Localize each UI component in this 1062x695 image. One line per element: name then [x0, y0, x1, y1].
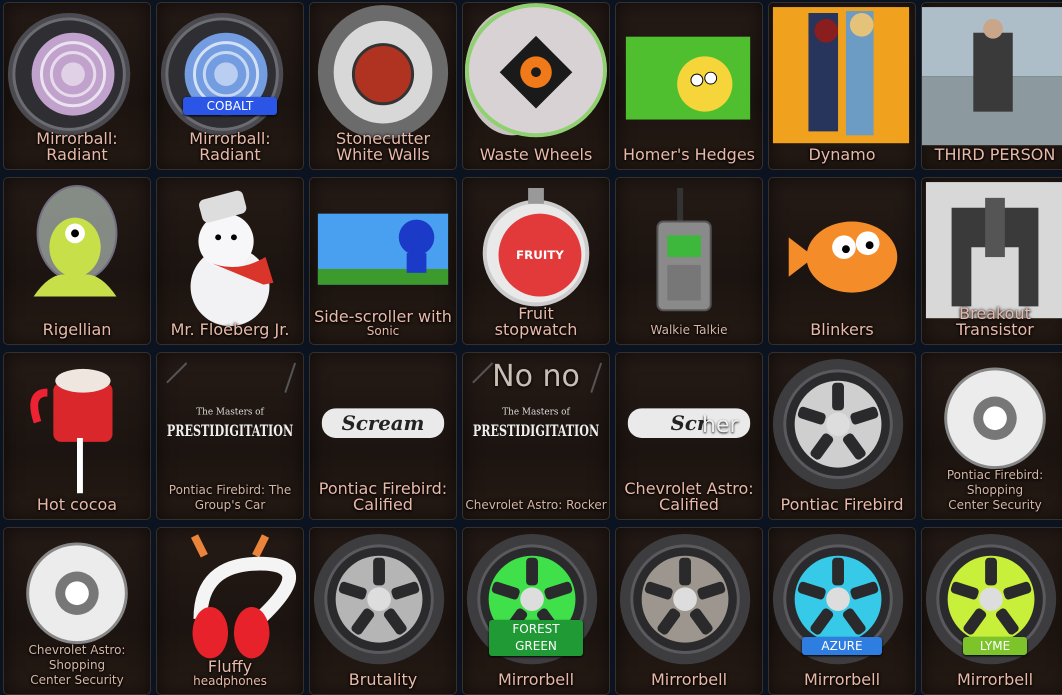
item-name: Waste Wheels: [465, 147, 607, 163]
item-name-text: Walkie Talkie: [650, 323, 728, 337]
item-grid: Mirrorball: Radiant COBALT Mirrorball: Rad…: [0, 0, 1062, 695]
item-name-text: Mr. Floeberg Jr.: [170, 320, 290, 339]
tile-mirrorbell-forest-green[interactable]: FOREST GREEN Mirrorbell: [462, 527, 610, 695]
tile-fruit-stopwatch[interactable]: FRUITY Fruit stopwatch: [462, 177, 610, 345]
tile-walkie-talkie[interactable]: Walkie Talkie: [615, 177, 763, 345]
item-name-text: Mirrorbell: [650, 670, 728, 689]
item-name: Mirrorball: Radiant: [6, 131, 148, 163]
item-name-text: Homer's Hedges: [622, 145, 755, 164]
item-name: Rigellian: [6, 322, 148, 338]
overlay-text: No no: [492, 359, 580, 394]
item-name: Stonecutter White Walls: [312, 131, 454, 163]
item-name-text: Mirrorbell: [497, 670, 575, 689]
item-name: Dynamo: [771, 147, 913, 163]
tile-brutality[interactable]: Brutality: [309, 527, 457, 695]
item-name: Mirrorball: Radiant: [159, 131, 301, 163]
item-name-text: Pontiac Firebird: Shopping Center Securi…: [946, 468, 1044, 512]
item-name: Mirrorbell: [618, 672, 760, 688]
tile-mirrorbell-lyme[interactable]: LYME Mirrorbell: [921, 527, 1062, 695]
tile-mirrorball-radiant-1[interactable]: Mirrorball: Radiant: [3, 2, 151, 170]
item-name-text: Pontiac Firebird: Calified: [318, 479, 448, 514]
item-name: Pontiac Firebird: Shopping Center Securi…: [924, 468, 1062, 513]
item-name: Homer's Hedges: [618, 147, 760, 163]
item-name: Walkie Talkie: [618, 323, 760, 338]
item-name: Side-scroller with Sonic: [312, 309, 454, 338]
tile-mirrorball-radiant-cobalt[interactable]: COBALT Mirrorball: Radiant: [156, 2, 304, 170]
item-name-text: Pontiac Firebird: The Group's Car: [168, 483, 292, 512]
item-name-text: Pontiac Firebird: [780, 495, 904, 514]
item-name: Brutality: [312, 672, 454, 688]
item-name-text: Chevrolet Astro: Shopping Center Securit…: [28, 643, 126, 687]
item-name: Pontiac Firebird: The Group's Car: [159, 483, 301, 513]
item-name-text: Mirrorbell: [803, 670, 881, 689]
tile-fluffy-headphones[interactable]: Fluffy headphones: [156, 527, 304, 695]
item-name: Breakout Transistor: [924, 306, 1062, 338]
item-name: Mirrorbell: [465, 672, 607, 688]
item-name-text: Hot cocoa: [36, 495, 118, 514]
item-name-text: Chevrolet Astro: Rocker: [465, 498, 607, 512]
svg-text:PRESTIDIGITATION: PRESTIDIGITATION: [473, 421, 599, 440]
tile-side-scroller-with-sonic[interactable]: Side-scroller with Sonic: [309, 177, 457, 345]
tile-third-person[interactable]: THIRD PERSON: [921, 2, 1062, 170]
item-name-subtext: headphones: [193, 674, 267, 688]
item-name: THIRD PERSON: [924, 147, 1062, 163]
tile-blinkers[interactable]: Blinkers: [768, 177, 916, 345]
item-name: Fluffy headphones: [159, 659, 301, 688]
tile-mirrorbell[interactable]: Mirrorbell: [615, 527, 763, 695]
tile-breakout-transistor[interactable]: Breakout Transistor: [921, 177, 1062, 345]
item-name-text: Stonecutter White Walls: [335, 129, 431, 164]
svg-text:The Masters of: The Masters of: [502, 407, 570, 417]
tile-hot-cocoa[interactable]: Hot cocoa: [3, 352, 151, 520]
color-badge: LYME: [963, 637, 1027, 655]
item-name-text: THIRD PERSON: [934, 145, 1056, 164]
item-name-text: Mirrorball: Radiant: [36, 129, 118, 164]
tile-pontiac-firebird-calified[interactable]: Scream Pontiac Firebird: Calified: [309, 352, 457, 520]
tile-homers-hedges[interactable]: Homer's Hedges: [615, 2, 763, 170]
tile-chevrolet-astro-rocker[interactable]: The Masters of PRESTIDIGITATION No no Chevr…: [462, 352, 610, 520]
tile-waste-wheels[interactable]: Waste Wheels: [462, 2, 610, 170]
tile-mirrorbell-azure[interactable]: AZURE Mirrorbell: [768, 527, 916, 695]
item-name: Mirrorbell: [924, 672, 1062, 688]
svg-text:The Masters of: The Masters of: [196, 407, 264, 417]
item-name: Pontiac Firebird: [771, 497, 913, 513]
item-name: Pontiac Firebird: Calified: [312, 481, 454, 513]
item-name-text: Mirrorball: Radiant: [189, 129, 271, 164]
item-name-text: Mirrorbell: [956, 670, 1034, 689]
item-name: Mr. Floeberg Jr.: [159, 322, 301, 338]
tile-pontiac-firebird-groups-car[interactable]: The Masters of PRESTIDIGITATION Pontiac Fi…: [156, 352, 304, 520]
extra-text: her: [702, 413, 739, 438]
tile-rigellian[interactable]: Rigellian: [3, 177, 151, 345]
item-name: Chevrolet Astro: Rocker: [465, 498, 607, 513]
svg-text:FRUITY: FRUITY: [516, 248, 564, 262]
item-name-text: Chevrolet Astro: Calified: [624, 479, 754, 514]
item-name-subtext: Sonic: [366, 324, 400, 338]
item-name: Mirrorbell: [771, 672, 913, 688]
item-name: Hot cocoa: [6, 497, 148, 513]
tile-chevrolet-astro-shopping-center-security[interactable]: Chevrolet Astro: Shopping Center Securit…: [3, 527, 151, 695]
tile-pontiac-firebird-shopping-center-security[interactable]: Pontiac Firebird: Shopping Center Securi…: [921, 352, 1062, 520]
tile-dynamo[interactable]: Dynamo: [768, 2, 916, 170]
svg-text:Scream: Scream: [342, 411, 425, 435]
item-name-text: Breakout Transistor: [956, 304, 1034, 339]
color-badge: COBALT: [183, 97, 277, 115]
item-name-text: Brutality: [348, 670, 418, 689]
tile-mr-floeberg-jr[interactable]: Mr. Floeberg Jr.: [156, 177, 304, 345]
item-name: Blinkers: [771, 322, 913, 338]
color-badge: FOREST GREEN: [489, 620, 583, 656]
item-name: Chevrolet Astro: Calified: [618, 481, 760, 513]
item-name-text: Rigellian: [42, 320, 112, 339]
tile-chevrolet-astro-calified[interactable]: Scr her Chevrolet Astro: Calified: [615, 352, 763, 520]
tile-pontiac-firebird[interactable]: Pontiac Firebird: [768, 352, 916, 520]
item-name: Fruit stopwatch: [465, 306, 607, 338]
item-name-text: Fruit stopwatch: [494, 304, 578, 339]
tile-stonecutter-white-walls[interactable]: Stonecutter White Walls: [309, 2, 457, 170]
item-name-text: Blinkers: [810, 320, 874, 339]
item-name-text: Waste Wheels: [479, 145, 593, 164]
color-badge: AZURE: [802, 637, 882, 655]
svg-text:PRESTIDIGITATION: PRESTIDIGITATION: [167, 421, 293, 440]
item-name-text: Dynamo: [808, 145, 876, 164]
item-name: Chevrolet Astro: Shopping Center Securit…: [6, 643, 148, 688]
